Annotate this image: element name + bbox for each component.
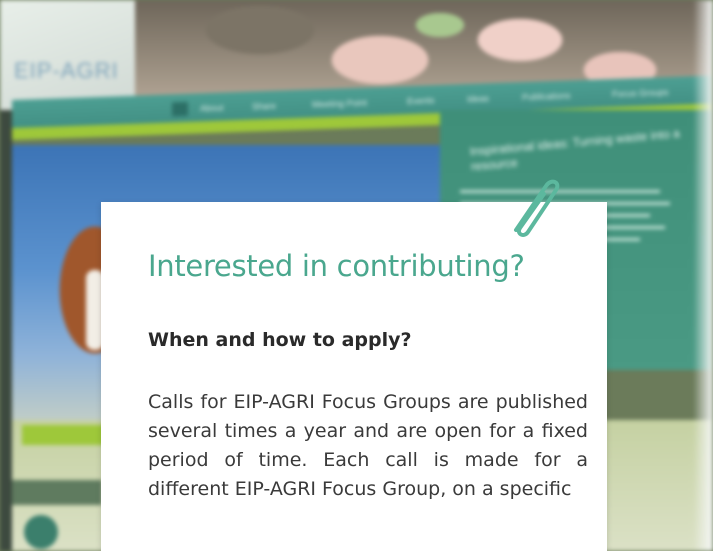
card-subtitle: When and how to apply? bbox=[148, 329, 412, 351]
panel-heading: Inspirational ideas: Turning waste into … bbox=[469, 126, 681, 174]
screen-bezel bbox=[0, 110, 12, 551]
nav-item: About bbox=[200, 102, 224, 114]
paperclip-icon bbox=[514, 179, 560, 237]
home-icon bbox=[172, 101, 188, 117]
dark-row bbox=[12, 480, 102, 505]
share-icon bbox=[24, 515, 58, 549]
card-title: Interested in contributing? bbox=[148, 249, 525, 283]
card-body: Calls for EIP-AGRI Focus Groups are publ… bbox=[148, 391, 588, 500]
nav-item: Publications bbox=[522, 90, 571, 103]
contribute-card: Interested in contributing? When and how… bbox=[101, 202, 607, 551]
light-edge bbox=[693, 0, 713, 551]
nav-item: Meeting Point bbox=[312, 97, 368, 110]
nav-item: Focus Groups bbox=[612, 87, 669, 100]
nav-item: Events bbox=[407, 95, 435, 107]
nav-item: Share bbox=[252, 100, 277, 112]
nav-item: Ideas bbox=[467, 93, 490, 105]
